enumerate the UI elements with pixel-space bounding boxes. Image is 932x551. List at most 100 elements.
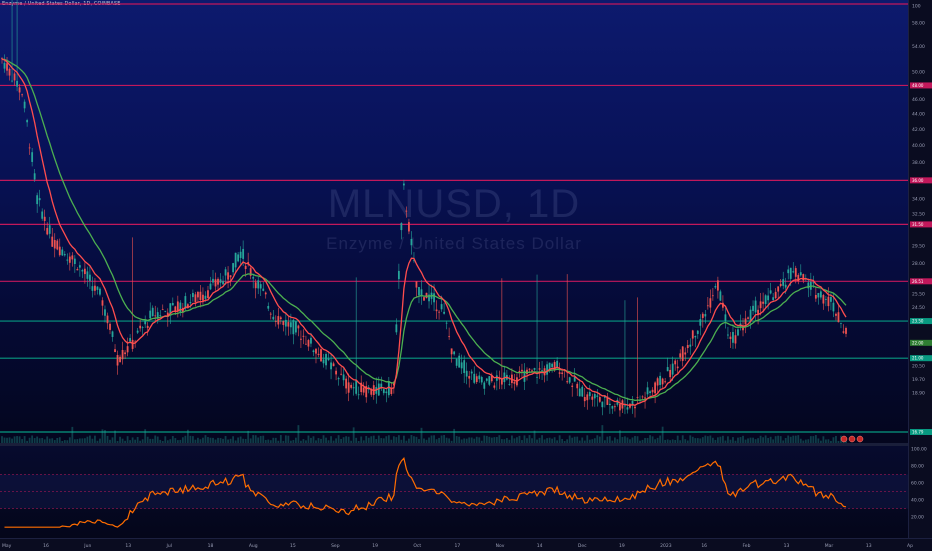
rsi-chart-svg[interactable] xyxy=(0,446,908,538)
candle-body xyxy=(475,376,478,383)
candle-body xyxy=(83,268,86,275)
candle-body xyxy=(488,376,491,385)
volume-bar xyxy=(164,436,167,443)
candle-body xyxy=(194,294,197,303)
candle-body xyxy=(385,391,388,394)
volume-bar xyxy=(619,430,621,443)
candle-body xyxy=(840,322,842,324)
candle-body xyxy=(126,346,129,353)
candle-body xyxy=(96,286,99,290)
price-tick-label: 19.70 xyxy=(912,377,925,383)
volume-bar xyxy=(676,435,679,443)
volume-bar xyxy=(779,436,782,443)
candle-body xyxy=(528,368,531,370)
time-tick-label: 18 xyxy=(208,543,214,549)
volume-bar xyxy=(498,435,501,443)
price-tick-label: 28.00 xyxy=(912,261,925,267)
alert-icon[interactable] xyxy=(840,435,848,443)
candle-body xyxy=(759,301,762,309)
candle-body xyxy=(450,348,453,355)
rsi-pane[interactable] xyxy=(0,446,908,538)
candle-body xyxy=(397,270,400,280)
candle-body xyxy=(485,378,488,381)
candle-body xyxy=(269,313,272,315)
candle-body xyxy=(352,387,355,389)
time-tick-label: 14 xyxy=(537,543,543,549)
candle-body xyxy=(734,335,737,344)
candle-body xyxy=(531,370,533,372)
candle-body xyxy=(71,255,74,260)
candle-body xyxy=(317,353,320,355)
candle-body xyxy=(214,279,217,287)
volume-bar xyxy=(727,436,729,443)
candle-body xyxy=(222,280,224,285)
price-tick-label: 44.00 xyxy=(912,112,925,118)
candle-body xyxy=(307,340,310,347)
candle-body xyxy=(26,120,29,123)
candle-body xyxy=(423,297,425,301)
candle-body xyxy=(164,310,167,312)
eye-icon[interactable] xyxy=(856,435,864,443)
volume-bar xyxy=(403,435,405,443)
volume-bar xyxy=(397,435,400,443)
candle-body xyxy=(144,320,147,325)
candle-body xyxy=(634,406,636,409)
candle-body xyxy=(825,299,827,300)
candle-body xyxy=(819,291,822,298)
volume-bar xyxy=(204,435,207,443)
candle-body xyxy=(237,254,240,262)
candle-body xyxy=(538,368,541,370)
candle-body xyxy=(179,302,182,313)
time-tick-label: Sep xyxy=(331,543,340,549)
candle-body xyxy=(789,267,792,279)
volume-bar xyxy=(777,435,780,443)
time-tick-label: Jul xyxy=(166,543,172,549)
volume-bar xyxy=(814,435,817,443)
price-tick-label: 34.00 xyxy=(912,197,925,203)
candle-body xyxy=(654,382,656,394)
price-chart-pane[interactable]: Enzyme / United States Dollar, 1D, COINB… xyxy=(0,0,908,443)
candle-body xyxy=(832,302,835,312)
svg-text:22.00: 22.00 xyxy=(912,340,924,345)
current-price-badge: 22.00 xyxy=(910,339,932,346)
candle-body xyxy=(696,330,699,334)
candle-body xyxy=(289,322,292,328)
candle-body xyxy=(558,372,561,374)
volume-bar xyxy=(812,436,815,443)
candle-body xyxy=(68,256,71,263)
candle-body xyxy=(691,330,694,339)
candle-body xyxy=(453,351,456,355)
candle-body xyxy=(830,297,832,302)
price-tick-label: 20.50 xyxy=(912,364,925,370)
candle-body xyxy=(737,329,739,336)
price-axis[interactable]: 100 58.00 54.00 50.00 46.00 44.00 42.00 40.00 38… xyxy=(908,0,932,538)
candle-body xyxy=(6,63,8,71)
price-chart-svg[interactable] xyxy=(0,0,908,443)
candle-body xyxy=(267,305,270,309)
candle-body xyxy=(666,367,669,372)
candle-body xyxy=(63,254,66,256)
volume-bar xyxy=(114,430,116,443)
candle-body xyxy=(119,356,121,363)
volume-bar xyxy=(794,435,797,443)
clock-icon[interactable] xyxy=(848,435,856,443)
volume-bar xyxy=(144,429,147,443)
candle-body xyxy=(794,268,797,277)
volume-bar xyxy=(284,435,287,443)
volume-bar xyxy=(186,429,189,443)
volume-bar xyxy=(192,436,194,443)
candle-body xyxy=(706,305,709,307)
candle-body xyxy=(644,397,646,399)
candle-body xyxy=(679,353,682,358)
svg-text:23.50: 23.50 xyxy=(912,319,924,324)
time-axis[interactable]: May 16 Jun 13 Jul 18 Aug 15 Sep 19 Oct 17 Nov 14 Dec 19… xyxy=(0,538,932,551)
candle-body xyxy=(601,401,604,408)
time-tick-label: 19 xyxy=(619,543,625,549)
candle-body xyxy=(729,336,732,339)
candle-body xyxy=(671,363,674,375)
candle-body xyxy=(425,292,428,299)
time-tick-label: 16 xyxy=(43,543,49,549)
candle-body xyxy=(772,297,775,301)
time-tick-label: 16 xyxy=(701,543,707,549)
candle-body xyxy=(146,325,149,328)
